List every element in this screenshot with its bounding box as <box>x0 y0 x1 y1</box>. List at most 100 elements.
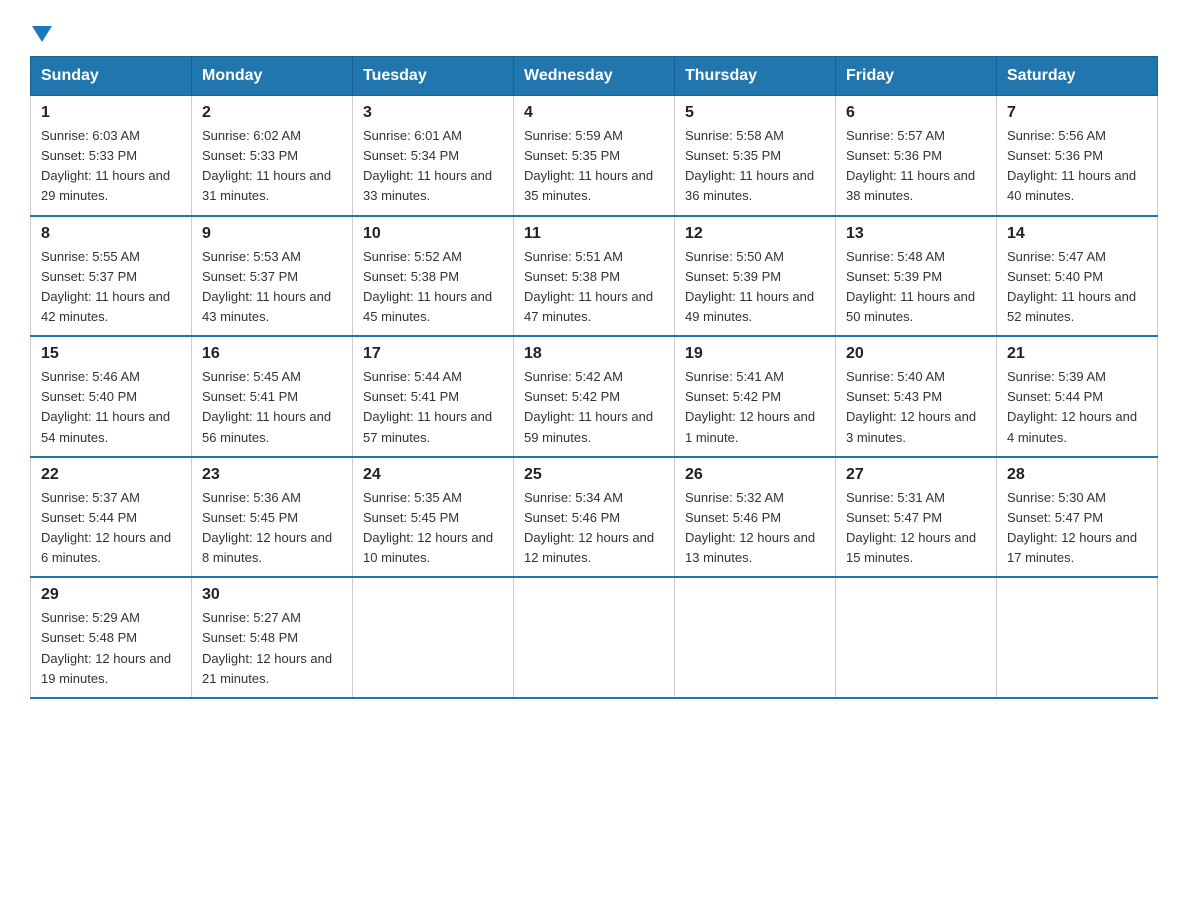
day-number: 19 <box>685 345 825 363</box>
day-number: 18 <box>524 345 664 363</box>
col-thursday: Thursday <box>675 57 836 96</box>
day-number: 30 <box>202 586 342 604</box>
day-number: 27 <box>846 466 986 484</box>
table-row <box>836 577 997 698</box>
table-row: 17 Sunrise: 5:44 AM Sunset: 5:41 PM Dayl… <box>353 336 514 457</box>
table-row: 16 Sunrise: 5:45 AM Sunset: 5:41 PM Dayl… <box>192 336 353 457</box>
day-info: Sunrise: 5:56 AM Sunset: 5:36 PM Dayligh… <box>1007 126 1147 207</box>
day-number: 28 <box>1007 466 1147 484</box>
day-info: Sunrise: 5:48 AM Sunset: 5:39 PM Dayligh… <box>846 247 986 328</box>
day-number: 2 <box>202 104 342 122</box>
day-number: 5 <box>685 104 825 122</box>
col-wednesday: Wednesday <box>514 57 675 96</box>
table-row: 15 Sunrise: 5:46 AM Sunset: 5:40 PM Dayl… <box>31 336 192 457</box>
day-info: Sunrise: 5:42 AM Sunset: 5:42 PM Dayligh… <box>524 367 664 448</box>
day-info: Sunrise: 5:46 AM Sunset: 5:40 PM Dayligh… <box>41 367 181 448</box>
day-number: 9 <box>202 225 342 243</box>
page-header <box>30 20 1158 46</box>
table-row: 7 Sunrise: 5:56 AM Sunset: 5:36 PM Dayli… <box>997 96 1158 216</box>
table-row: 10 Sunrise: 5:52 AM Sunset: 5:38 PM Dayl… <box>353 216 514 337</box>
day-info: Sunrise: 5:53 AM Sunset: 5:37 PM Dayligh… <box>202 247 342 328</box>
day-info: Sunrise: 5:27 AM Sunset: 5:48 PM Dayligh… <box>202 608 342 689</box>
day-number: 1 <box>41 104 181 122</box>
day-info: Sunrise: 5:47 AM Sunset: 5:40 PM Dayligh… <box>1007 247 1147 328</box>
table-row: 14 Sunrise: 5:47 AM Sunset: 5:40 PM Dayl… <box>997 216 1158 337</box>
table-row: 13 Sunrise: 5:48 AM Sunset: 5:39 PM Dayl… <box>836 216 997 337</box>
calendar-week-row: 8 Sunrise: 5:55 AM Sunset: 5:37 PM Dayli… <box>31 216 1158 337</box>
table-row <box>675 577 836 698</box>
table-row: 26 Sunrise: 5:32 AM Sunset: 5:46 PM Dayl… <box>675 457 836 578</box>
day-info: Sunrise: 5:30 AM Sunset: 5:47 PM Dayligh… <box>1007 488 1147 569</box>
day-info: Sunrise: 6:01 AM Sunset: 5:34 PM Dayligh… <box>363 126 503 207</box>
day-number: 24 <box>363 466 503 484</box>
day-number: 20 <box>846 345 986 363</box>
day-number: 29 <box>41 586 181 604</box>
table-row: 6 Sunrise: 5:57 AM Sunset: 5:36 PM Dayli… <box>836 96 997 216</box>
day-number: 22 <box>41 466 181 484</box>
table-row: 23 Sunrise: 5:36 AM Sunset: 5:45 PM Dayl… <box>192 457 353 578</box>
day-number: 10 <box>363 225 503 243</box>
day-number: 25 <box>524 466 664 484</box>
day-info: Sunrise: 5:41 AM Sunset: 5:42 PM Dayligh… <box>685 367 825 448</box>
table-row: 21 Sunrise: 5:39 AM Sunset: 5:44 PM Dayl… <box>997 336 1158 457</box>
table-row: 30 Sunrise: 5:27 AM Sunset: 5:48 PM Dayl… <box>192 577 353 698</box>
col-friday: Friday <box>836 57 997 96</box>
calendar-week-row: 22 Sunrise: 5:37 AM Sunset: 5:44 PM Dayl… <box>31 457 1158 578</box>
day-number: 11 <box>524 225 664 243</box>
table-row: 11 Sunrise: 5:51 AM Sunset: 5:38 PM Dayl… <box>514 216 675 337</box>
day-number: 13 <box>846 225 986 243</box>
calendar-week-row: 29 Sunrise: 5:29 AM Sunset: 5:48 PM Dayl… <box>31 577 1158 698</box>
day-info: Sunrise: 5:52 AM Sunset: 5:38 PM Dayligh… <box>363 247 503 328</box>
table-row <box>353 577 514 698</box>
calendar-table: Sunday Monday Tuesday Wednesday Thursday… <box>30 56 1158 699</box>
day-info: Sunrise: 6:03 AM Sunset: 5:33 PM Dayligh… <box>41 126 181 207</box>
day-number: 8 <box>41 225 181 243</box>
day-info: Sunrise: 5:55 AM Sunset: 5:37 PM Dayligh… <box>41 247 181 328</box>
day-number: 23 <box>202 466 342 484</box>
day-number: 17 <box>363 345 503 363</box>
day-info: Sunrise: 5:34 AM Sunset: 5:46 PM Dayligh… <box>524 488 664 569</box>
table-row: 9 Sunrise: 5:53 AM Sunset: 5:37 PM Dayli… <box>192 216 353 337</box>
table-row: 8 Sunrise: 5:55 AM Sunset: 5:37 PM Dayli… <box>31 216 192 337</box>
table-row <box>997 577 1158 698</box>
day-info: Sunrise: 5:57 AM Sunset: 5:36 PM Dayligh… <box>846 126 986 207</box>
day-number: 21 <box>1007 345 1147 363</box>
table-row: 29 Sunrise: 5:29 AM Sunset: 5:48 PM Dayl… <box>31 577 192 698</box>
day-info: Sunrise: 5:36 AM Sunset: 5:45 PM Dayligh… <box>202 488 342 569</box>
table-row: 5 Sunrise: 5:58 AM Sunset: 5:35 PM Dayli… <box>675 96 836 216</box>
day-info: Sunrise: 5:58 AM Sunset: 5:35 PM Dayligh… <box>685 126 825 207</box>
calendar-header-row: Sunday Monday Tuesday Wednesday Thursday… <box>31 57 1158 96</box>
day-number: 26 <box>685 466 825 484</box>
day-info: Sunrise: 5:44 AM Sunset: 5:41 PM Dayligh… <box>363 367 503 448</box>
day-info: Sunrise: 5:39 AM Sunset: 5:44 PM Dayligh… <box>1007 367 1147 448</box>
table-row: 3 Sunrise: 6:01 AM Sunset: 5:34 PM Dayli… <box>353 96 514 216</box>
table-row: 12 Sunrise: 5:50 AM Sunset: 5:39 PM Dayl… <box>675 216 836 337</box>
table-row: 25 Sunrise: 5:34 AM Sunset: 5:46 PM Dayl… <box>514 457 675 578</box>
day-number: 16 <box>202 345 342 363</box>
col-tuesday: Tuesday <box>353 57 514 96</box>
table-row: 2 Sunrise: 6:02 AM Sunset: 5:33 PM Dayli… <box>192 96 353 216</box>
day-number: 15 <box>41 345 181 363</box>
table-row: 20 Sunrise: 5:40 AM Sunset: 5:43 PM Dayl… <box>836 336 997 457</box>
table-row <box>514 577 675 698</box>
day-number: 12 <box>685 225 825 243</box>
calendar-week-row: 1 Sunrise: 6:03 AM Sunset: 5:33 PM Dayli… <box>31 96 1158 216</box>
day-info: Sunrise: 5:37 AM Sunset: 5:44 PM Dayligh… <box>41 488 181 569</box>
day-info: Sunrise: 5:50 AM Sunset: 5:39 PM Dayligh… <box>685 247 825 328</box>
day-info: Sunrise: 5:32 AM Sunset: 5:46 PM Dayligh… <box>685 488 825 569</box>
col-sunday: Sunday <box>31 57 192 96</box>
logo <box>30 20 52 46</box>
table-row: 22 Sunrise: 5:37 AM Sunset: 5:44 PM Dayl… <box>31 457 192 578</box>
day-info: Sunrise: 5:29 AM Sunset: 5:48 PM Dayligh… <box>41 608 181 689</box>
day-number: 6 <box>846 104 986 122</box>
day-number: 3 <box>363 104 503 122</box>
table-row: 19 Sunrise: 5:41 AM Sunset: 5:42 PM Dayl… <box>675 336 836 457</box>
logo-triangle-icon <box>32 26 52 42</box>
day-number: 4 <box>524 104 664 122</box>
day-number: 7 <box>1007 104 1147 122</box>
table-row: 1 Sunrise: 6:03 AM Sunset: 5:33 PM Dayli… <box>31 96 192 216</box>
col-monday: Monday <box>192 57 353 96</box>
table-row: 4 Sunrise: 5:59 AM Sunset: 5:35 PM Dayli… <box>514 96 675 216</box>
calendar-week-row: 15 Sunrise: 5:46 AM Sunset: 5:40 PM Dayl… <box>31 336 1158 457</box>
table-row: 27 Sunrise: 5:31 AM Sunset: 5:47 PM Dayl… <box>836 457 997 578</box>
